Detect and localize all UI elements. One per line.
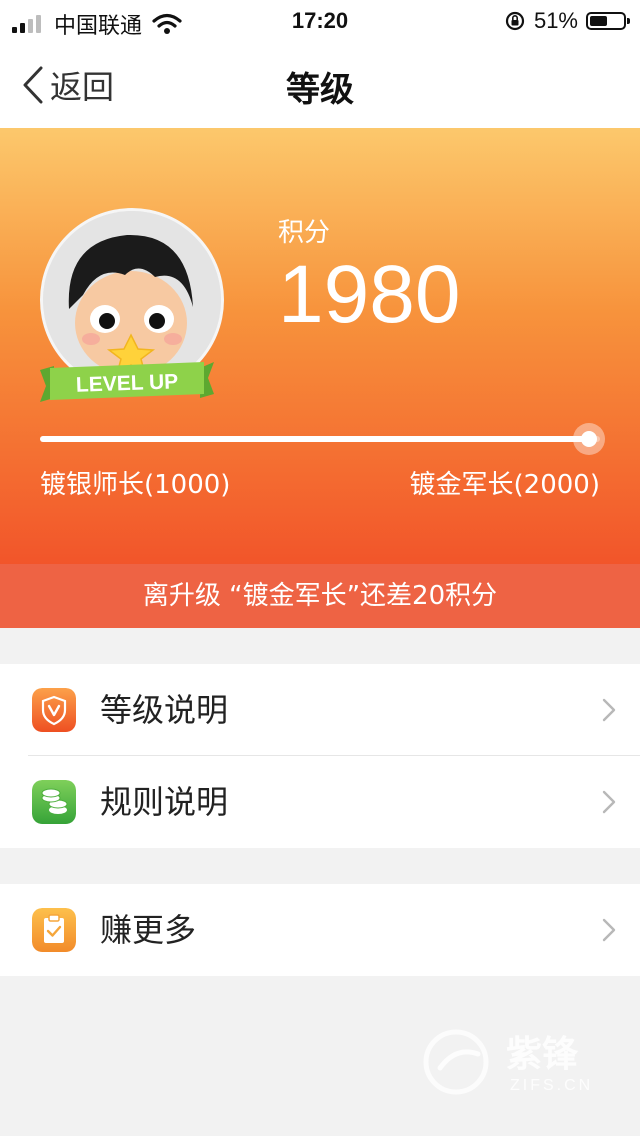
watermark-domain: ZIFS.CN [510,1077,593,1094]
battery-icon [586,12,630,30]
menu-item-level-explanation[interactable]: 等级说明 [0,664,640,756]
level-progress-bar [40,423,605,455]
coins-icon [32,780,76,824]
score-label: 积分 [278,218,331,248]
clipboard-check-icon [32,908,76,952]
shield-v-icon [32,688,76,732]
page-title: 等级 [286,70,354,110]
menu-item-rules[interactable]: 规则说明 [0,756,640,848]
progress-fill [40,436,589,442]
chevron-right-icon [602,790,616,814]
upgrade-tip: 离升级 “镀金军长”还差20积分 [0,564,640,628]
watermark-brand: 紫锋 [506,1034,579,1075]
menu-item-label: 赚更多 [100,911,197,949]
menu-group-info: 等级说明 规则说明 [0,664,640,848]
next-tier-label: 镀金军长(2000) [409,470,600,500]
menu-item-earn-more[interactable]: 赚更多 [0,884,640,976]
level-up-text: LEVEL UP [76,370,179,397]
status-bar: 中国联通 17:20 51% [0,0,640,40]
nav-bar: 返回 等级 [0,40,640,128]
current-tier-label: 镀银师长(1000) [40,470,231,500]
menu-item-label: 等级说明 [100,691,229,729]
menu-item-label: 规则说明 [100,783,229,821]
level-header: LEVEL UP 积分 1980 镀银师长(1000) 镀金军长(2000) [0,128,640,564]
menu-group-earn: 赚更多 [0,884,640,976]
battery-percent: 51% [533,8,578,33]
chevron-right-icon [602,698,616,722]
orientation-lock-icon [505,11,525,31]
chevron-right-icon [602,918,616,942]
progress-knob [572,423,605,455]
level-up-badge: LEVEL UP [40,362,214,402]
score-value: 1980 [278,249,461,340]
zifs-watermark-logo: 紫锋 ZIFS.CN [423,1029,593,1095]
